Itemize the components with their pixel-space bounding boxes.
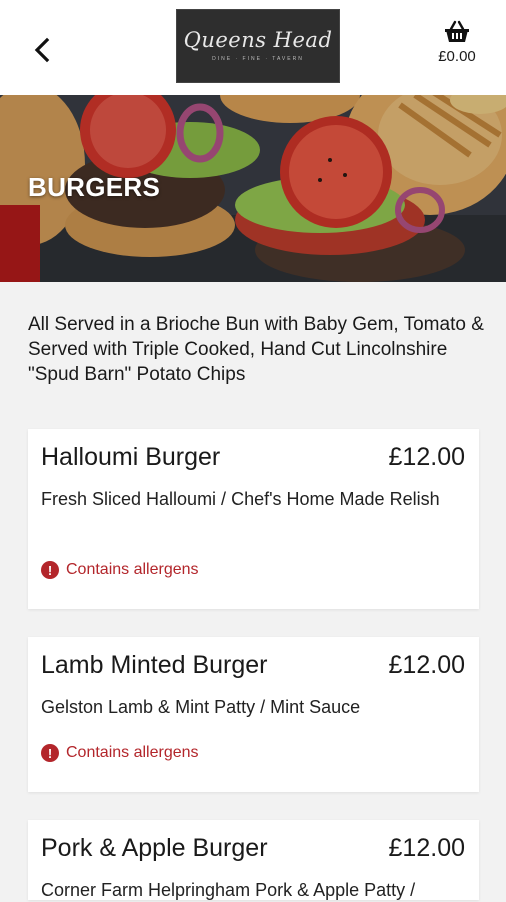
allergen-notice[interactable]: ! Contains allergens [41,561,199,579]
category-description: All Served in a Brioche Bun with Baby Ge… [28,314,484,385]
basket-button[interactable]: £0.00 [422,20,492,65]
menu-item-price: £12.00 [388,834,465,862]
back-button[interactable] [22,30,62,70]
restaurant-logo[interactable]: Queens Head DINE · FINE · TAVERN [176,9,340,83]
app-header: Queens Head DINE · FINE · TAVERN £0.00 [0,0,506,95]
menu-item-name: Lamb Minted Burger [41,651,268,679]
allergen-notice[interactable]: ! Contains allergens [41,744,199,762]
allergen-label: Contains allergens [66,561,199,578]
category-hero: BURGERS [0,95,506,282]
menu-item-description: Gelston Lamb & Mint Patty / Mint Sauce [41,697,361,717]
alert-icon: ! [41,561,59,579]
menu-item-description: Corner Farm Helpringham Pork & Apple Pat… [41,880,416,900]
menu-item-name: Pork & Apple Burger [41,834,268,862]
logo-name: Queens Head [183,28,333,52]
menu-item-price: £12.00 [388,651,465,679]
basket-icon [445,20,469,42]
menu-item-description: Fresh Sliced Halloumi / Chef's Home Made… [41,489,440,509]
category-title: BURGERS [28,172,161,202]
logo-tagline: DINE · FINE · TAVERN [212,56,304,62]
chevron-left-icon [34,37,50,63]
basket-total: £0.00 [438,48,476,65]
menu-item-card[interactable]: Lamb Minted Burger £12.00 Gelston Lamb &… [28,637,479,792]
menu-item-price: £12.00 [388,443,465,471]
menu-item-card[interactable]: Pork & Apple Burger £12.00 Corner Farm H… [28,820,479,900]
alert-icon: ! [41,744,59,762]
menu-item-card[interactable]: Halloumi Burger £12.00 Fresh Sliced Hall… [28,429,479,609]
menu-item-name: Halloumi Burger [41,443,221,471]
allergen-label: Contains allergens [66,744,199,761]
